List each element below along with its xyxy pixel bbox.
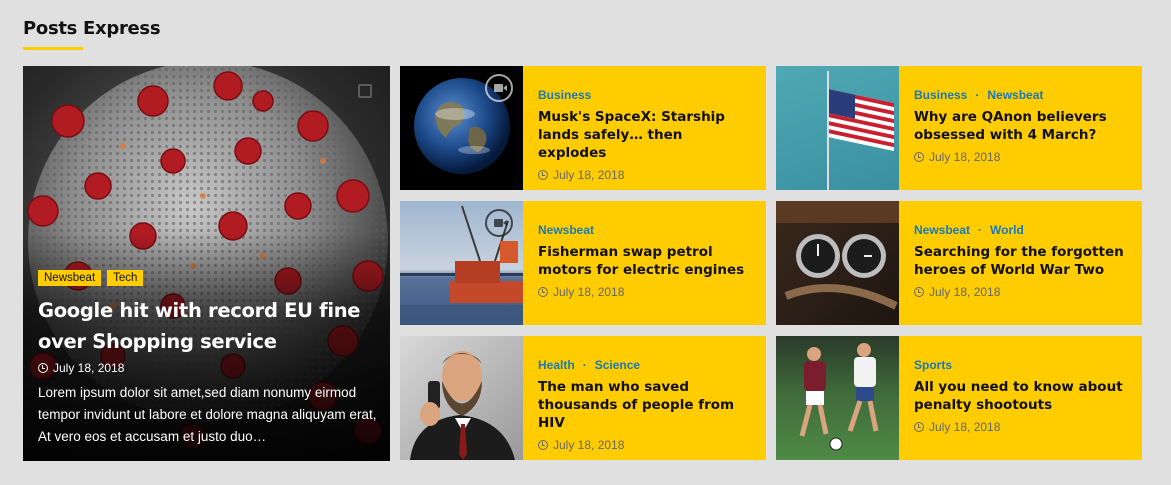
date-text: July 18, 2018 bbox=[553, 285, 625, 299]
post-categories: Newsbeat bbox=[538, 223, 752, 237]
video-icon[interactable] bbox=[485, 209, 513, 237]
date-text: July 18, 2018 bbox=[553, 168, 625, 182]
post-categories: Business · Newsbeat bbox=[914, 88, 1128, 102]
category-link[interactable]: Business bbox=[538, 88, 591, 102]
post-categories: Health · Science bbox=[538, 358, 752, 372]
post-categories: Sports bbox=[914, 358, 1128, 372]
featured-categories: Newsbeat Tech bbox=[38, 270, 144, 286]
clock-icon bbox=[914, 152, 924, 162]
clock-icon bbox=[538, 170, 548, 180]
featured-post-card[interactable]: Newsbeat Tech Google hit with record EU … bbox=[23, 66, 390, 461]
clock-icon bbox=[914, 422, 924, 432]
post-categories: Newsbeat · World bbox=[914, 223, 1128, 237]
featured-excerpt: Lorem ipsum dolor sit amet,sed diam nonu… bbox=[38, 385, 377, 444]
flag-image bbox=[776, 66, 899, 190]
harbor-image bbox=[400, 201, 523, 325]
category-badge[interactable]: Tech bbox=[107, 270, 144, 286]
post-title[interactable]: Fisherman swap petrol motors for electri… bbox=[538, 243, 752, 279]
date-text: July 18, 2018 bbox=[929, 150, 1001, 164]
post-title[interactable]: Searching for the forgotten heroes of Wo… bbox=[914, 243, 1128, 279]
video-icon[interactable] bbox=[485, 74, 513, 102]
post-date: July 18, 2018 bbox=[538, 285, 752, 299]
section-title: Posts Express bbox=[23, 18, 161, 39]
category-link[interactable]: Health bbox=[538, 358, 575, 372]
post-card[interactable]: Health · Science The man who saved thous… bbox=[400, 336, 766, 460]
clock-icon bbox=[538, 287, 548, 297]
post-date: July 18, 2018 bbox=[914, 285, 1128, 299]
post-date: July 18, 2018 bbox=[538, 168, 752, 182]
date-text: July 18, 2018 bbox=[553, 438, 625, 452]
post-title[interactable]: The man who saved thousands of people fr… bbox=[538, 378, 752, 432]
earth-image bbox=[400, 66, 523, 190]
category-badge[interactable]: Newsbeat bbox=[38, 270, 102, 286]
category-link[interactable]: Newsbeat bbox=[987, 88, 1043, 102]
category-link[interactable]: Sports bbox=[914, 358, 952, 372]
featured-date: July 18, 2018 bbox=[38, 361, 124, 375]
featured-title[interactable]: Google hit with record EU fine over Shop… bbox=[38, 295, 378, 357]
post-categories: Business bbox=[538, 88, 752, 102]
category-link[interactable]: World bbox=[990, 223, 1024, 237]
category-separator: · bbox=[978, 223, 983, 237]
date-text: July 18, 2018 bbox=[929, 420, 1001, 434]
post-date: July 18, 2018 bbox=[914, 150, 1128, 164]
date-text: July 18, 2018 bbox=[929, 285, 1001, 299]
post-date: July 18, 2018 bbox=[538, 438, 752, 452]
category-link[interactable]: Newsbeat bbox=[538, 223, 594, 237]
watches-image bbox=[776, 201, 899, 325]
post-title[interactable]: Why are QAnon believers obsessed with 4 … bbox=[914, 108, 1128, 144]
post-card[interactable]: Business · Newsbeat Why are QAnon believ… bbox=[776, 66, 1142, 190]
post-date: July 18, 2018 bbox=[914, 420, 1128, 434]
date-text: July 18, 2018 bbox=[53, 361, 125, 375]
category-link[interactable]: Science bbox=[595, 358, 640, 372]
post-card[interactable]: Newsbeat · World Searching for the forgo… bbox=[776, 201, 1142, 325]
man-phone-image bbox=[400, 336, 523, 460]
title-underline bbox=[23, 47, 83, 50]
post-card[interactable]: Sports All you need to know about penalt… bbox=[776, 336, 1142, 460]
soccer-image bbox=[776, 336, 899, 460]
post-card[interactable]: Newsbeat Fisherman swap petrol motors fo… bbox=[400, 201, 766, 325]
category-separator: · bbox=[975, 88, 980, 102]
clock-icon bbox=[538, 440, 548, 450]
clock-icon bbox=[914, 287, 924, 297]
post-title[interactable]: Musk's SpaceX: Starship lands safely… th… bbox=[538, 108, 752, 162]
clock-icon bbox=[38, 363, 48, 373]
category-link[interactable]: Newsbeat bbox=[914, 223, 970, 237]
bookmark-icon[interactable] bbox=[358, 84, 372, 98]
post-card[interactable]: Business Musk's SpaceX: Starship lands s… bbox=[400, 66, 766, 190]
category-separator: · bbox=[582, 358, 587, 372]
category-link[interactable]: Business bbox=[914, 88, 967, 102]
post-title[interactable]: All you need to know about penalty shoot… bbox=[914, 378, 1128, 414]
